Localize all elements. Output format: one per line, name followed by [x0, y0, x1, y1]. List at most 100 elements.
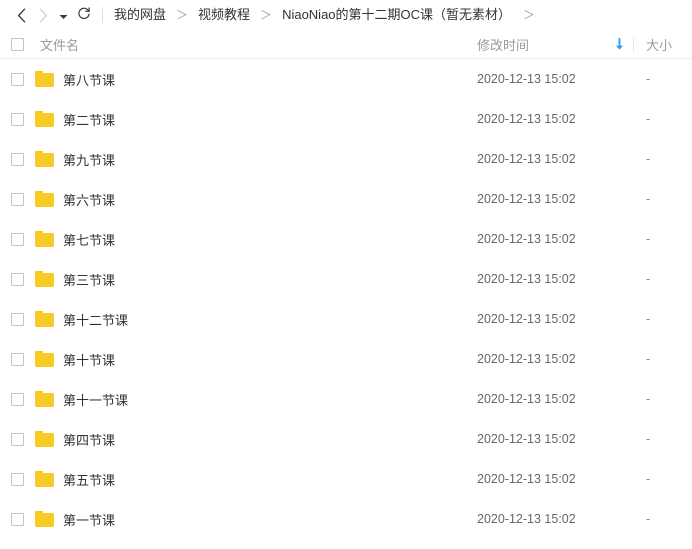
file-name[interactable]: 第八节课 — [54, 70, 477, 89]
file-modified-time: 2020-12-13 15:02 — [477, 312, 576, 326]
file-size: - — [646, 272, 651, 286]
chevron-left-icon — [17, 7, 26, 23]
folder-icon — [35, 271, 54, 287]
breadcrumb-trailing-separator: ＞ — [523, 8, 536, 22]
row-checkbox[interactable] — [0, 272, 32, 286]
table-row[interactable]: 第二节课 2020-12-13 15:02 - — [0, 99, 692, 139]
table-row[interactable]: 第一节课 2020-12-13 15:02 - — [0, 499, 692, 539]
column-header-modified-time[interactable]: 修改时间 — [477, 35, 605, 54]
file-size: - — [646, 192, 651, 206]
checkbox-box — [10, 192, 24, 206]
row-checkbox[interactable] — [0, 432, 32, 446]
file-modified-time: 2020-12-13 15:02 — [477, 512, 576, 526]
file-modified-time: 2020-12-13 15:02 — [477, 112, 576, 126]
checkbox-box — [10, 352, 24, 366]
toolbar: 我的网盘 ＞ 视频教程 ＞ NiaoNiao的第十二期OC课（暂无素材） ＞ — [0, 0, 692, 30]
row-checkbox[interactable] — [0, 352, 32, 366]
table-row[interactable]: 第五节课 2020-12-13 15:02 - — [0, 459, 692, 499]
file-name[interactable]: 第二节课 — [54, 110, 477, 129]
table-row[interactable]: 第十节课 2020-12-13 15:02 - — [0, 339, 692, 379]
row-checkbox[interactable] — [0, 312, 32, 326]
file-modified-time: 2020-12-13 15:02 — [477, 232, 576, 246]
file-name[interactable]: 第一节课 — [54, 510, 477, 529]
file-modified-time: 2020-12-13 15:02 — [477, 272, 576, 286]
file-name[interactable]: 第三节课 — [54, 270, 477, 289]
row-checkbox[interactable] — [0, 192, 32, 206]
file-size: - — [646, 72, 651, 86]
folder-icon — [35, 191, 54, 207]
select-all-checkbox[interactable] — [0, 37, 32, 51]
table-row[interactable]: 第七节课 2020-12-13 15:02 - — [0, 219, 692, 259]
back-button[interactable] — [10, 3, 32, 27]
file-modified-time: 2020-12-13 15:02 — [477, 192, 576, 206]
table-row[interactable]: 第四节课 2020-12-13 15:02 - — [0, 419, 692, 459]
file-modified-time: 2020-12-13 15:02 — [477, 472, 576, 486]
folder-icon — [35, 511, 54, 527]
forward-button[interactable] — [32, 3, 54, 27]
folder-icon — [35, 151, 54, 167]
table-row[interactable]: 第八节课 2020-12-13 15:02 - — [0, 59, 692, 99]
file-list: 第八节课 2020-12-13 15:02 - 第二节课 2020-12-13 … — [0, 59, 692, 539]
breadcrumb-separator: ＞ — [260, 8, 273, 22]
checkbox-box — [10, 392, 24, 406]
breadcrumb-item-root[interactable]: 我的网盘 — [113, 0, 167, 30]
row-checkbox[interactable] — [0, 112, 32, 126]
file-name[interactable]: 第六节课 — [54, 190, 477, 209]
file-size: - — [646, 152, 651, 166]
file-size: - — [646, 512, 651, 526]
file-size: - — [646, 352, 651, 366]
row-checkbox[interactable] — [0, 472, 32, 486]
checkbox-box — [10, 512, 24, 526]
file-size: - — [646, 392, 651, 406]
checkbox-box — [10, 312, 24, 326]
column-header-name[interactable]: 文件名 — [32, 35, 477, 54]
file-name[interactable]: 第七节课 — [54, 230, 477, 249]
file-modified-time: 2020-12-13 15:02 — [477, 392, 576, 406]
checkbox-box — [10, 72, 24, 86]
file-size: - — [646, 232, 651, 246]
breadcrumb: 我的网盘 ＞ 视频教程 ＞ NiaoNiao的第十二期OC课（暂无素材） ＞ — [113, 0, 544, 30]
folder-icon — [35, 311, 54, 327]
table-row[interactable]: 第十二节课 2020-12-13 15:02 - — [0, 299, 692, 339]
checkbox-box — [10, 112, 24, 126]
folder-icon — [35, 111, 54, 127]
breadcrumb-item-video-tutorials[interactable]: 视频教程 — [197, 0, 251, 30]
column-header-size[interactable]: 大小 — [634, 35, 692, 54]
file-name[interactable]: 第十一节课 — [54, 390, 477, 409]
folder-icon — [35, 351, 54, 367]
row-checkbox[interactable] — [0, 392, 32, 406]
file-modified-time: 2020-12-13 15:02 — [477, 352, 576, 366]
checkbox-box — [10, 37, 24, 51]
table-row[interactable]: 第九节课 2020-12-13 15:02 - — [0, 139, 692, 179]
file-size: - — [646, 112, 651, 126]
checkbox-box — [10, 232, 24, 246]
table-row[interactable]: 第六节课 2020-12-13 15:02 - — [0, 179, 692, 219]
file-name[interactable]: 第四节课 — [54, 430, 477, 449]
file-size: - — [646, 312, 651, 326]
table-row[interactable]: 第十一节课 2020-12-13 15:02 - — [0, 379, 692, 419]
checkbox-box — [10, 472, 24, 486]
row-checkbox[interactable] — [0, 512, 32, 526]
history-dropdown-button[interactable] — [54, 3, 72, 27]
row-checkbox[interactable] — [0, 232, 32, 246]
file-name[interactable]: 第九节课 — [54, 150, 477, 169]
table-row[interactable]: 第三节课 2020-12-13 15:02 - — [0, 259, 692, 299]
breadcrumb-separator: ＞ — [176, 8, 189, 22]
folder-icon — [35, 71, 54, 87]
toolbar-divider — [102, 7, 103, 23]
breadcrumb-item-current-folder[interactable]: NiaoNiao的第十二期OC课（暂无素材） — [281, 0, 512, 30]
file-list-header: 文件名 修改时间 大小 — [0, 30, 692, 59]
checkbox-box — [10, 272, 24, 286]
folder-icon — [35, 431, 54, 447]
caret-down-icon — [59, 8, 68, 23]
sort-descending-arrow-icon[interactable] — [605, 37, 633, 51]
refresh-button[interactable] — [72, 3, 96, 27]
file-name[interactable]: 第十二节课 — [54, 310, 477, 329]
row-checkbox[interactable] — [0, 152, 32, 166]
file-size: - — [646, 432, 651, 446]
refresh-icon — [77, 6, 91, 24]
file-name[interactable]: 第十节课 — [54, 350, 477, 369]
file-name[interactable]: 第五节课 — [54, 470, 477, 489]
row-checkbox[interactable] — [0, 72, 32, 86]
file-size: - — [646, 472, 651, 486]
